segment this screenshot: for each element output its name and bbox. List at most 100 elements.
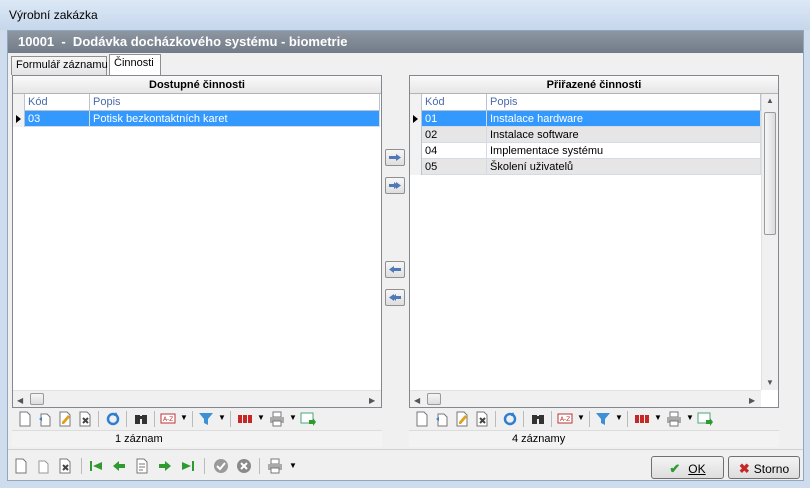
sort-az-icon[interactable]: A-Z [160,411,176,427]
horizontal-scrollbar[interactable]: ◀ ▶ [13,390,381,407]
svg-text:A-Z: A-Z [560,416,570,423]
cancel-disabled-icon[interactable] [236,458,252,474]
double-arrow-right-icon [389,182,401,189]
tab-cinnosti[interactable]: Činnosti [109,54,161,75]
filter-dropdown-icon[interactable]: ▼ [615,413,623,422]
columns-dropdown-icon[interactable]: ▼ [654,413,662,422]
scroll-thumb[interactable] [30,393,44,405]
delete-record-icon[interactable] [474,411,490,427]
copy-record-icon[interactable] [434,411,450,427]
cell-desc[interactable]: Instalace software [487,127,761,143]
cell-code[interactable]: 01 [422,111,487,127]
columns-icon[interactable] [237,411,253,427]
column-kod[interactable]: Kód [422,94,487,111]
binoculars-icon[interactable] [133,411,149,427]
move-all-right-button[interactable] [385,177,405,194]
assigned-status: 4 záznamy [409,430,779,447]
previous-record-icon[interactable] [111,458,127,474]
export-icon[interactable] [300,411,316,427]
window-title: Výrobní zakázka [9,8,98,22]
new-record-icon[interactable] [414,411,430,427]
copy-record-icon[interactable] [35,458,51,474]
cancel-button[interactable]: ✖ Storno [728,456,800,479]
confirm-disabled-icon[interactable] [213,458,229,474]
print-dropdown-icon[interactable]: ▼ [289,413,297,422]
sort-dropdown-icon[interactable]: ▼ [180,413,188,422]
cell-desc[interactable]: Potisk bezkontaktních karet [90,111,380,127]
ok-button[interactable]: ✔ OK [651,456,724,479]
print-dropdown-icon[interactable]: ▼ [289,461,297,470]
scroll-right-icon[interactable]: ▶ [369,396,375,405]
svg-text:A-Z: A-Z [163,416,173,423]
new-record-icon[interactable] [13,458,29,474]
table-row[interactable]: 03 Potisk bezkontaktních karet [13,111,381,127]
columns-icon[interactable] [634,411,650,427]
scroll-left-icon[interactable]: ◀ [17,396,23,405]
print-icon[interactable] [666,411,682,427]
horizontal-scrollbar[interactable]: ◀ ▶ [410,390,761,407]
filter-icon[interactable] [595,411,611,427]
delete-record-icon[interactable] [77,411,93,427]
available-grid-header: Kód Popis [13,94,381,111]
cell-code[interactable]: 04 [422,143,487,159]
assigned-grid-header: Kód Popis [410,94,761,111]
filter-icon[interactable] [198,411,214,427]
copy-record-icon[interactable] [37,411,53,427]
tab-formular[interactable]: Formulář záznamu [11,56,108,75]
available-status: 1 záznam [12,430,382,447]
arrow-right-icon [389,154,401,161]
table-row[interactable]: 02 Instalace software [410,127,761,143]
ok-label: OK [688,462,706,476]
scroll-right-icon[interactable]: ▶ [749,396,755,405]
column-kod[interactable]: Kód [25,94,90,111]
print-icon[interactable] [269,411,285,427]
cell-code[interactable]: 05 [422,159,487,175]
last-record-icon[interactable] [180,458,196,474]
new-record-icon[interactable] [17,411,33,427]
column-popis[interactable]: Popis [487,94,761,111]
edit-record-icon[interactable] [454,411,470,427]
columns-dropdown-icon[interactable]: ▼ [257,413,265,422]
cell-code[interactable]: 03 [25,111,90,127]
assigned-activities-panel: Přiřazené činnosti Kód Popis 01 Instalac… [409,75,779,408]
move-all-left-button[interactable] [385,289,405,306]
row-pointer-icon [413,115,418,123]
delete-record-icon[interactable] [57,458,73,474]
column-popis[interactable]: Popis [90,94,380,111]
first-record-icon[interactable] [88,458,104,474]
edit-record-icon[interactable] [57,411,73,427]
binoculars-icon[interactable] [530,411,546,427]
cell-desc[interactable]: Školení uživatelů [487,159,761,175]
print-dropdown-icon[interactable]: ▼ [686,413,694,422]
export-icon[interactable] [697,411,713,427]
cell-desc[interactable]: Implementace systému [487,143,761,159]
record-count: 1 záznam [115,433,163,445]
close-icon: ✖ [738,461,750,476]
available-caption: Dostupné činnosti [13,76,381,94]
print-icon[interactable] [267,458,283,474]
cell-code[interactable]: 02 [422,127,487,143]
next-record-icon[interactable] [157,458,173,474]
table-row[interactable]: 01 Instalace hardware [410,111,761,127]
refresh-icon[interactable] [105,411,121,427]
sort-dropdown-icon[interactable]: ▼ [577,413,585,422]
sort-az-icon[interactable]: A-Z [557,411,573,427]
scroll-up-icon[interactable]: ▲ [766,96,774,105]
scroll-thumb[interactable] [764,112,776,235]
scroll-thumb[interactable] [427,393,441,405]
vertical-scrollbar[interactable]: ▲ ▼ [761,94,778,390]
scroll-left-icon[interactable]: ◀ [414,396,420,405]
move-right-button[interactable] [385,149,405,166]
table-row[interactable]: 05 Školení uživatelů [410,159,761,175]
row-pointer-icon [16,115,21,123]
cancel-label: Storno [753,462,790,476]
move-left-button[interactable] [385,261,405,278]
refresh-icon[interactable] [502,411,518,427]
filter-dropdown-icon[interactable]: ▼ [218,413,226,422]
table-row[interactable]: 04 Implementace systému [410,143,761,159]
dialog-body: 10001 - Dodávka docházkového systému - b… [7,30,804,481]
order-header: 10001 - Dodávka docházkového systému - b… [8,31,803,53]
scroll-down-icon[interactable]: ▼ [766,378,774,387]
cell-desc[interactable]: Instalace hardware [487,111,761,127]
detail-record-icon[interactable] [134,458,150,474]
